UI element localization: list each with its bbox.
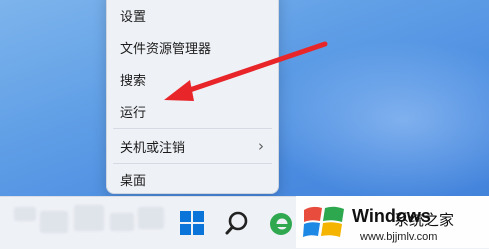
- blurred-taskbar-icon: [14, 207, 36, 221]
- windows-start-icon[interactable]: [179, 210, 205, 236]
- blurred-taskbar-icon: [40, 211, 68, 233]
- watermark: Windows 系统之家 www.bjjmlv.com: [296, 196, 489, 248]
- watermark-subtitle: 系统之家: [394, 211, 455, 229]
- watermark-url: www.bjjmlv.com: [360, 231, 438, 243]
- blurred-taskbar-icon: [74, 205, 104, 231]
- windows-flag-logo-icon: [303, 206, 344, 237]
- edge-browser-icon[interactable]: [268, 211, 294, 237]
- blurred-taskbar-icon: [110, 213, 134, 231]
- search-icon[interactable]: [224, 210, 250, 238]
- blurred-taskbar-icon: [138, 207, 164, 229]
